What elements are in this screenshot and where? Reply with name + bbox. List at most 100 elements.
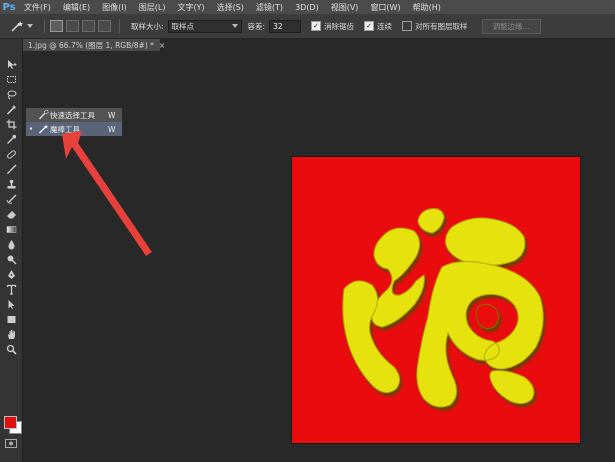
move-icon — [7, 60, 16, 69]
fu-character-image — [342, 208, 544, 408]
menu-help[interactable]: 帮助(H) — [407, 2, 447, 13]
document-canvas[interactable] — [292, 157, 580, 443]
flyout-shortcut: W — [108, 124, 116, 134]
unchecked-box-icon — [402, 21, 413, 31]
contiguous-checkbox[interactable]: ✓ 连续 — [364, 21, 392, 32]
tool-preset-picker[interactable] — [3, 17, 39, 35]
sample-all-layers-checkbox[interactable]: 对所有图层取样 — [402, 21, 468, 32]
pen-tool[interactable] — [0, 267, 22, 282]
rectangle-shape-tool[interactable] — [0, 312, 22, 327]
path-selection-tool[interactable] — [0, 297, 22, 312]
separator — [44, 19, 45, 33]
sample-all-layers-label: 对所有图层取样 — [415, 21, 468, 31]
type-icon — [6, 284, 16, 295]
dodge-icon — [7, 255, 16, 265]
marquee-tool[interactable] — [0, 72, 22, 87]
sample-size-label: 取样大小: — [131, 21, 164, 31]
chevron-down-icon — [26, 24, 33, 28]
magic-wand-icon — [36, 124, 50, 135]
history-brush-tool[interactable] — [0, 192, 22, 207]
magic-wand-icon — [10, 21, 23, 32]
sample-size-dropdown[interactable]: 取样点 — [167, 19, 242, 33]
menu-image[interactable]: 图像(I) — [96, 2, 133, 13]
pen-icon — [7, 270, 15, 279]
healing-brush-icon — [6, 150, 16, 159]
selection-tools-flyout: 快速选择工具 W • 魔棒工具 W — [25, 107, 123, 137]
lasso-icon — [7, 90, 16, 100]
new-selection-button[interactable] — [50, 20, 63, 32]
sample-size-value: 取样点 — [171, 21, 195, 31]
menu-bar: Ps 文件(F) 编辑(E) 图像(I) 图层(L) 文字(Y) 选择(S) 滤… — [0, 0, 615, 14]
subtract-from-selection-button[interactable] — [82, 20, 95, 32]
selected-bullet-icon: • — [28, 125, 34, 133]
magic-wand-tool[interactable] — [0, 102, 22, 117]
menu-view[interactable]: 视图(V) — [325, 2, 365, 13]
path-selection-icon — [8, 300, 14, 309]
menu-edit[interactable]: 编辑(E) — [57, 2, 96, 13]
hand-icon — [7, 330, 15, 339]
separator — [119, 19, 120, 33]
refine-edge-button[interactable]: 调整边缘... — [481, 18, 541, 34]
zoom-icon — [6, 344, 17, 355]
zoom-tool[interactable] — [0, 342, 22, 357]
contiguous-label: 连续 — [377, 21, 393, 31]
document-tab[interactable]: 1.jpg @ 66.7% (图层 1, RGB/8#) * × — [23, 39, 165, 51]
magic-wand-icon — [6, 105, 16, 115]
clone-stamp-icon — [7, 179, 15, 189]
move-tool[interactable] — [0, 57, 22, 72]
eyedropper-icon — [6, 134, 16, 144]
antialias-checkbox[interactable]: ✓ 消除锯齿 — [311, 21, 354, 32]
blur-tool[interactable] — [0, 237, 22, 252]
quick-selection-icon — [36, 110, 50, 121]
intersect-selection-button[interactable] — [98, 20, 111, 32]
dodge-tool[interactable] — [0, 252, 22, 267]
marquee-icon — [6, 76, 16, 83]
flyout-item-magic-wand[interactable]: • 魔棒工具 W — [26, 122, 122, 136]
tolerance-label: 容差: — [247, 21, 266, 31]
chevron-down-icon — [231, 24, 238, 28]
antialias-label: 消除锯齿 — [324, 21, 355, 31]
gradient-tool[interactable] — [0, 222, 22, 237]
tolerance-input[interactable] — [269, 19, 302, 33]
eraser-tool[interactable] — [0, 207, 22, 222]
flyout-shortcut: W — [108, 110, 116, 120]
close-icon[interactable]: × — [159, 41, 165, 50]
check-icon: ✓ — [311, 21, 322, 31]
menu-select[interactable]: 选择(S) — [211, 2, 250, 13]
check-icon: ✓ — [364, 21, 375, 31]
blur-icon — [7, 240, 15, 250]
add-to-selection-button[interactable] — [66, 20, 79, 32]
color-swatches — [2, 412, 22, 434]
healing-brush-tool[interactable] — [0, 147, 22, 162]
lasso-tool[interactable] — [0, 87, 22, 102]
tools-panel-header — [0, 39, 22, 57]
flyout-label: 快速选择工具 — [50, 110, 95, 120]
gradient-icon — [6, 226, 16, 233]
eraser-icon — [6, 211, 16, 219]
quick-mask-icon — [9, 441, 13, 446]
clone-stamp-tool[interactable] — [0, 177, 22, 192]
flyout-label: 魔棒工具 — [50, 124, 80, 134]
photoshop-logo: Ps — [2, 1, 16, 13]
type-tool[interactable] — [0, 282, 22, 297]
eyedropper-tool[interactable] — [0, 132, 22, 147]
options-bar: 取样大小: 取样点 容差: ✓ 消除锯齿 ✓ 连续 对所有图层取样 调整边缘..… — [0, 14, 615, 39]
tools-panel — [0, 39, 23, 462]
history-brush-icon — [6, 194, 16, 204]
menu-file[interactable]: 文件(F) — [18, 2, 57, 13]
menu-3d[interactable]: 3D(D) — [289, 3, 325, 12]
brush-tool[interactable] — [0, 162, 22, 177]
menu-type[interactable]: 文字(Y) — [171, 2, 210, 13]
brush-icon — [6, 164, 16, 174]
document-tab-title: 1.jpg @ 66.7% (图层 1, RGB/8#) * — [28, 40, 154, 50]
crop-icon — [6, 119, 16, 130]
menu-window[interactable]: 窗口(W) — [364, 2, 406, 13]
quick-mask-button[interactable] — [5, 439, 17, 448]
hand-tool[interactable] — [0, 327, 22, 342]
menu-filter[interactable]: 滤镜(T) — [250, 2, 289, 13]
rectangle-shape-icon — [7, 316, 15, 323]
flyout-item-quick-selection[interactable]: 快速选择工具 W — [26, 108, 122, 122]
crop-tool[interactable] — [0, 117, 22, 132]
foreground-color-swatch[interactable] — [4, 416, 17, 429]
menu-layer[interactable]: 图层(L) — [133, 2, 172, 13]
